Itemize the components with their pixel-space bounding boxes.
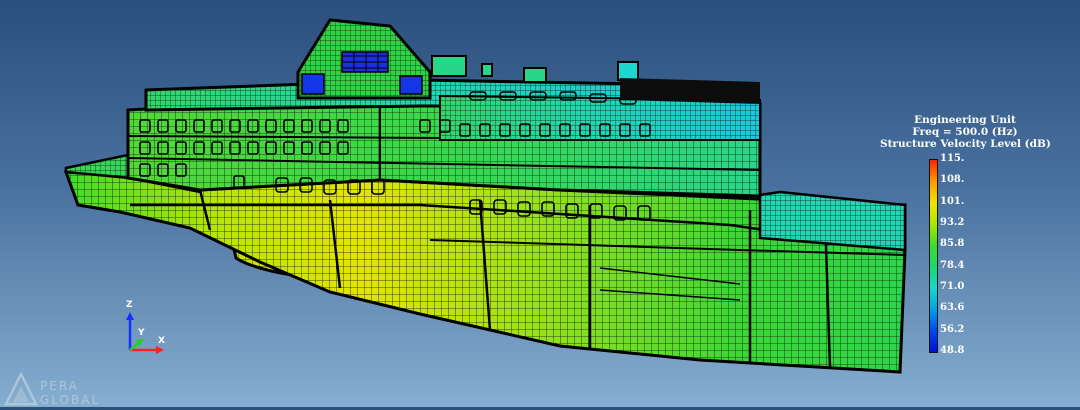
pera-global-logo: PERA GLOBAL	[3, 371, 134, 407]
legend-title-frequency: Freq = 500.0 (Hz)	[912, 126, 1018, 138]
axis-label-x: X	[158, 336, 165, 346]
logo-text-line2: GLOBAL	[40, 393, 101, 407]
triad-arrows-icon	[126, 312, 164, 354]
logo-mark-icon	[3, 371, 39, 406]
legend-tick-label: 115.	[940, 153, 965, 164]
legend-tick-label: 108.	[940, 174, 965, 186]
color-legend: Engineering Unit Freq = 500.0 (Hz) Struc…	[880, 112, 1051, 362]
legend-colorbar	[929, 159, 938, 353]
legend-title-unit: Engineering Unit	[914, 114, 1016, 126]
3d-viewport[interactable]: Engineering Unit Freq = 500.0 (Hz) Struc…	[0, 0, 1080, 407]
legend-tick-label: 48.8	[940, 345, 965, 356]
logo-text-line1: PERA	[40, 379, 79, 393]
bridge	[296, 18, 432, 100]
legend-tick-label: 85.8	[940, 238, 965, 250]
legend-tick-label: 93.2	[940, 217, 965, 228]
legend-tick-label: 101.	[940, 195, 965, 207]
axis-label-y: Y	[138, 328, 145, 338]
legend-tick-label: 63.6	[940, 302, 965, 314]
legend-tick-label: 56.2	[940, 323, 965, 335]
coordinate-triad: Z Y X	[118, 300, 178, 362]
legend-title-quantity: Structure Velocity Level (dB)	[880, 138, 1051, 150]
axis-label-z: Z	[126, 300, 133, 310]
legend-tick-label: 78.4	[940, 259, 965, 271]
legend-tick-label: 71.0	[940, 281, 965, 292]
